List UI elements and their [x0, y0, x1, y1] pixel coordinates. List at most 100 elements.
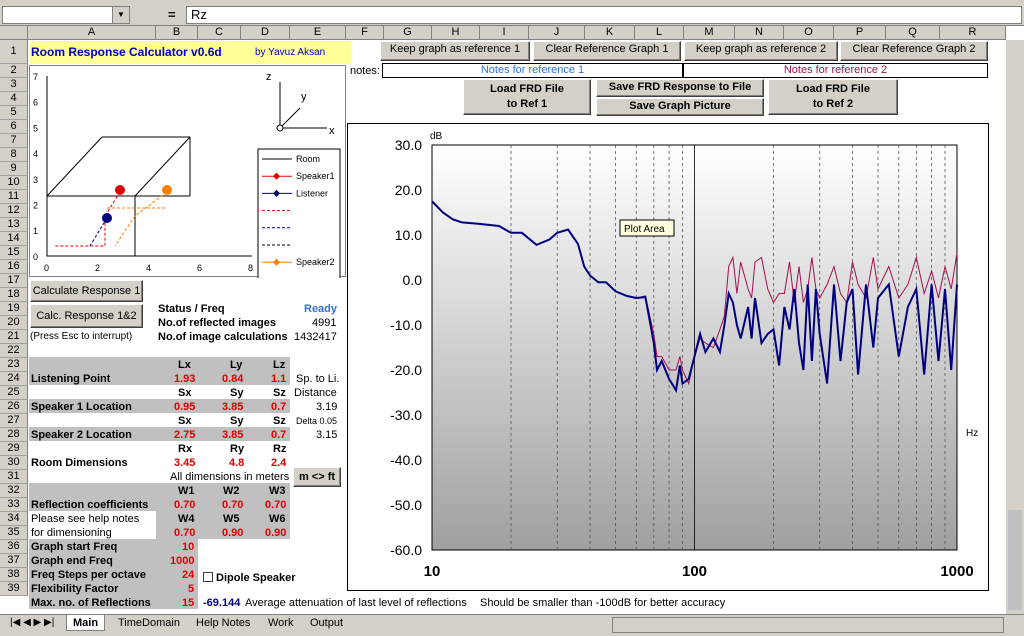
sp2-y[interactable]: 3.85 [222, 428, 243, 442]
listen-z[interactable]: 1.1 [271, 372, 286, 386]
row-header-26[interactable]: 26 [0, 400, 28, 414]
gef-value[interactable]: 1000 [170, 554, 194, 568]
keep-ref2-button[interactable]: Keep graph as reference 2 [684, 41, 838, 61]
load-frd-ref2-button[interactable]: Load FRD File to Ref 2 [768, 79, 898, 115]
column-header-R[interactable]: R [940, 26, 1006, 40]
row-header-5[interactable]: 5 [0, 106, 28, 120]
gsf-value[interactable]: 10 [182, 540, 194, 554]
save-frd-button[interactable]: Save FRD Response to File [596, 79, 764, 97]
row-header-30[interactable]: 30 [0, 456, 28, 470]
row-header-24[interactable]: 24 [0, 372, 28, 386]
row-header-37[interactable]: 37 [0, 554, 28, 568]
room-z[interactable]: 2.4 [271, 456, 286, 470]
column-header-N[interactable]: N [735, 26, 784, 40]
sp1-y[interactable]: 3.85 [222, 400, 243, 414]
row-header-27[interactable]: 27 [0, 414, 28, 428]
listen-y[interactable]: 0.84 [222, 372, 243, 386]
column-header-G[interactable]: G [384, 26, 432, 40]
select-all-corner[interactable] [0, 26, 28, 40]
row-header-29[interactable]: 29 [0, 442, 28, 456]
row-header-10[interactable]: 10 [0, 176, 28, 190]
keep-ref1-button[interactable]: Keep graph as reference 1 [380, 41, 530, 61]
chevron-down-icon[interactable]: ▼ [112, 6, 130, 24]
frequency-response-chart[interactable]: 30.0 20.0 10.0 0.0 -10.0 -20.0 -30.0 -40.0 -50.0… [347, 123, 989, 591]
row-header-22[interactable]: 22 [0, 344, 28, 358]
column-header-E[interactable]: E [290, 26, 346, 40]
row-header-34[interactable]: 34 [0, 512, 28, 526]
dipole-checkbox[interactable] [203, 572, 213, 582]
clear-ref2-button[interactable]: Clear Reference Graph 2 [840, 41, 988, 61]
formula-input[interactable]: Rz [186, 6, 1022, 24]
row-header-4[interactable]: 4 [0, 92, 28, 106]
column-header-I[interactable]: I [480, 26, 529, 40]
room-y[interactable]: 4.8 [229, 456, 244, 470]
name-box[interactable] [2, 6, 130, 24]
row-header-21[interactable]: 21 [0, 330, 28, 344]
notes-ref2-field[interactable]: Notes for reference 2 [683, 63, 988, 78]
column-header-J[interactable]: J [529, 26, 585, 40]
notes-ref1-field[interactable]: Notes for reference 1 [382, 63, 683, 78]
row-header-36[interactable]: 36 [0, 540, 28, 554]
units-toggle-button[interactable]: m <> ft [293, 467, 341, 487]
save-graph-picture-button[interactable]: Save Graph Picture [596, 98, 764, 116]
listen-x[interactable]: 1.93 [174, 372, 195, 386]
row-header-8[interactable]: 8 [0, 148, 28, 162]
load-frd-ref1-button[interactable]: Load FRD File to Ref 1 [463, 79, 591, 115]
column-header-M[interactable]: M [684, 26, 735, 40]
sp1-z[interactable]: 0.7 [271, 400, 286, 414]
row-header-9[interactable]: 9 [0, 162, 28, 176]
tab-main[interactable]: Main [66, 615, 106, 631]
flex-value[interactable]: 5 [188, 582, 194, 596]
w5-value[interactable]: 0.90 [222, 526, 243, 540]
sp2-z[interactable]: 0.7 [271, 428, 286, 442]
row-header-28[interactable]: 28 [0, 428, 28, 442]
row-header-25[interactable]: 25 [0, 386, 28, 400]
row-header-19[interactable]: 19 [0, 302, 28, 316]
row-header-1[interactable]: 1 [0, 40, 28, 64]
w1-value[interactable]: 0.70 [174, 498, 195, 512]
row-header-12[interactable]: 12 [0, 204, 28, 218]
tab-work[interactable]: Work [262, 615, 299, 631]
row-header-31[interactable]: 31 [0, 470, 28, 484]
row-header-17[interactable]: 17 [0, 274, 28, 288]
w6-value[interactable]: 0.90 [265, 526, 286, 540]
row-header-2[interactable]: 2 [0, 64, 28, 78]
row-header-11[interactable]: 11 [0, 190, 28, 204]
row-header-14[interactable]: 14 [0, 232, 28, 246]
column-header-O[interactable]: O [784, 26, 834, 40]
row-header-20[interactable]: 20 [0, 316, 28, 330]
tab-timedomain[interactable]: TimeDomain [112, 615, 186, 631]
column-header-A[interactable]: A [28, 26, 156, 40]
column-header-L[interactable]: L [635, 26, 684, 40]
row-header-32[interactable]: 32 [0, 484, 28, 498]
row-header-23[interactable]: 23 [0, 358, 28, 372]
horizontal-scrollbar[interactable] [612, 617, 1004, 633]
vertical-scrollbar[interactable] [1006, 40, 1024, 614]
column-header-P[interactable]: P [834, 26, 886, 40]
row-header-18[interactable]: 18 [0, 288, 28, 302]
sp2-x[interactable]: 2.75 [174, 428, 195, 442]
row-header-38[interactable]: 38 [0, 568, 28, 582]
row-header-35[interactable]: 35 [0, 526, 28, 540]
column-header-D[interactable]: D [241, 26, 290, 40]
room-x[interactable]: 3.45 [174, 456, 195, 470]
fspo-value[interactable]: 24 [182, 568, 194, 582]
calc-response12-button[interactable]: Calc. Response 1&2 [30, 304, 143, 328]
maxr-value[interactable]: 15 [182, 596, 194, 610]
tab-output[interactable]: Output [304, 615, 349, 631]
tab-helpnotes[interactable]: Help Notes [190, 615, 256, 631]
column-header-B[interactable]: B [156, 26, 198, 40]
w2-value[interactable]: 0.70 [222, 498, 243, 512]
room-plot[interactable]: 76543210 02468 z y x Room Speaker1 Liste… [29, 65, 346, 296]
column-header-K[interactable]: K [585, 26, 635, 40]
calculate-response1-button[interactable]: Calculate Response 1 [30, 280, 143, 302]
sp1-x[interactable]: 0.95 [174, 400, 195, 414]
row-header-13[interactable]: 13 [0, 218, 28, 232]
tab-nav-arrows[interactable]: |◀ ◀ ▶ ▶| [4, 615, 60, 631]
row-header-7[interactable]: 7 [0, 134, 28, 148]
row-header-6[interactable]: 6 [0, 120, 28, 134]
scroll-thumb[interactable] [1008, 510, 1022, 610]
column-header-H[interactable]: H [432, 26, 480, 40]
row-header-3[interactable]: 3 [0, 78, 28, 92]
w3-value[interactable]: 0.70 [265, 498, 286, 512]
